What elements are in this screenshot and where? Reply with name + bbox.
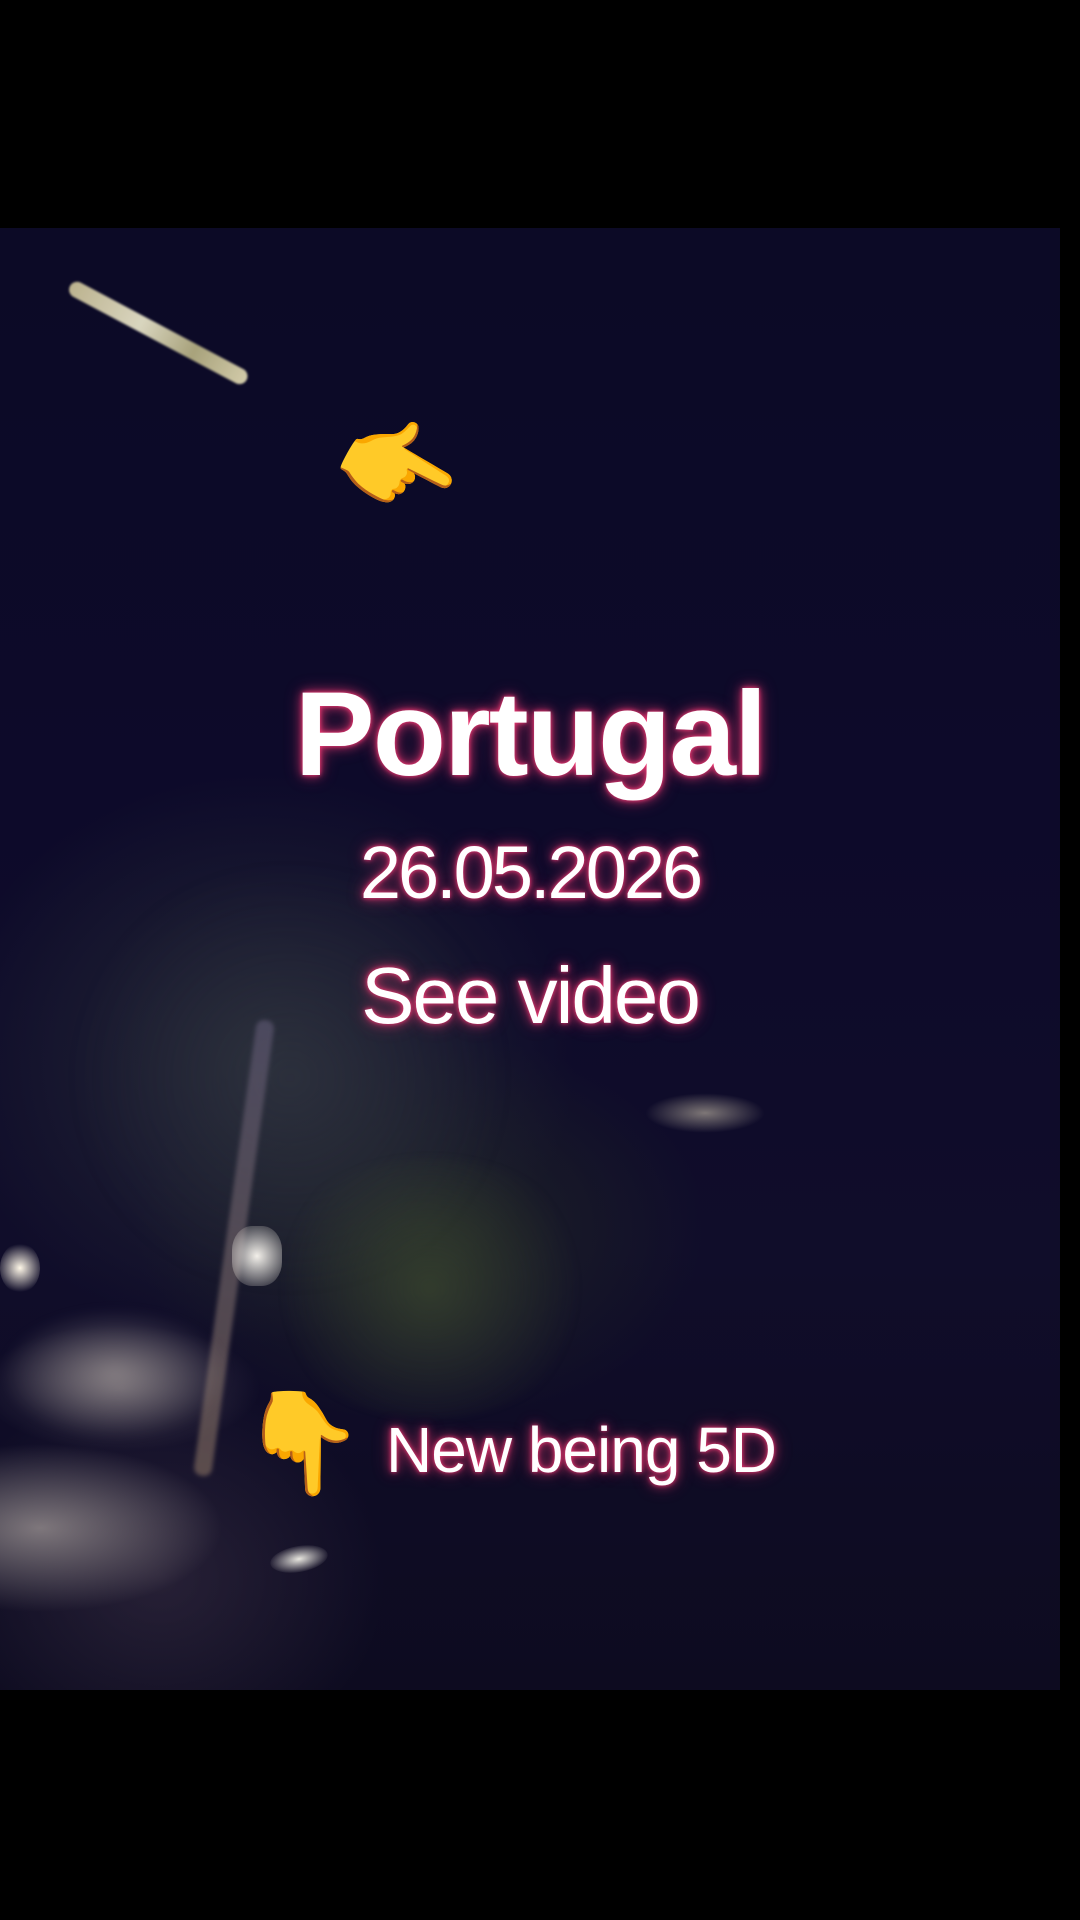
video-frame: 👈 Portugal 26.05.2026 See video 👇 New be… <box>0 0 1080 1920</box>
tagline-text: New being 5D <box>386 1414 777 1486</box>
date-text: 26.05.2026 <box>359 831 703 914</box>
lit-path <box>0 1308 230 1438</box>
bush <box>260 1158 600 1418</box>
finger-pointing-down-icon: 👇 <box>240 1384 365 1501</box>
title-text: Portugal <box>294 667 768 801</box>
light-streak <box>66 278 251 387</box>
small-white-object <box>268 1541 330 1577</box>
light-spot <box>0 1243 40 1293</box>
see-video-text: See video <box>361 951 701 1040</box>
white-object <box>232 1226 282 1286</box>
distant-lights <box>645 1093 765 1133</box>
